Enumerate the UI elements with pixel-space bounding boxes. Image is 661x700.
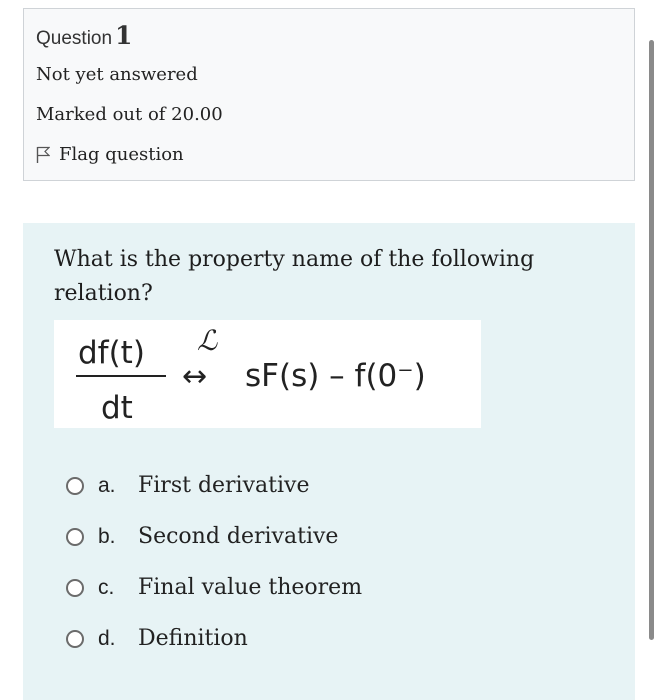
option-c[interactable]: c. Final value theorem — [66, 575, 362, 600]
question-label: Question — [36, 28, 113, 49]
radio-b[interactable] — [66, 527, 84, 546]
question-info-panel: Question 1 Not yet answered Marked out of… — [23, 8, 635, 181]
option-b-letter: b. — [98, 524, 116, 548]
formula-rhs: sF(s) – f(0⁻) — [245, 358, 426, 394]
question-heading: Question 1 — [36, 21, 132, 50]
radio-a[interactable] — [66, 476, 84, 495]
question-marks: Marked out of 20.00 — [36, 104, 223, 125]
flag-question-link[interactable]: Flag question — [36, 144, 184, 165]
option-c-letter: c. — [98, 575, 115, 599]
option-b-label: Second derivative — [138, 524, 339, 549]
question-state: Not yet answered — [36, 64, 198, 85]
formula-numerator: df(t) — [78, 335, 145, 371]
question-text: What is the property name of the followi… — [54, 247, 535, 306]
radio-c[interactable] — [66, 578, 84, 597]
option-d-label: Definition — [138, 626, 248, 651]
flag-icon — [36, 146, 50, 163]
option-a[interactable]: a. First derivative — [66, 473, 309, 498]
laplace-symbol: ℒ — [197, 324, 218, 357]
flag-question-label: Flag question — [59, 144, 184, 165]
option-d[interactable]: d. Definition — [66, 626, 248, 651]
question-number: 1 — [115, 21, 133, 50]
formula-denominator: dt — [101, 390, 133, 426]
transform-arrow: ↔ — [182, 359, 207, 394]
option-b[interactable]: b. Second derivative — [66, 524, 338, 549]
option-a-label: First derivative — [138, 473, 310, 498]
option-c-label: Final value theorem — [138, 575, 363, 600]
question-content: What is the property name of the followi… — [23, 223, 635, 700]
formula-image: df(t) dt ℒ ↔ sF(s) – f(0⁻) — [54, 320, 481, 428]
scrollbar[interactable] — [649, 40, 654, 640]
radio-d[interactable] — [66, 629, 84, 648]
option-d-letter: d. — [98, 626, 116, 650]
option-a-letter: a. — [98, 473, 116, 497]
